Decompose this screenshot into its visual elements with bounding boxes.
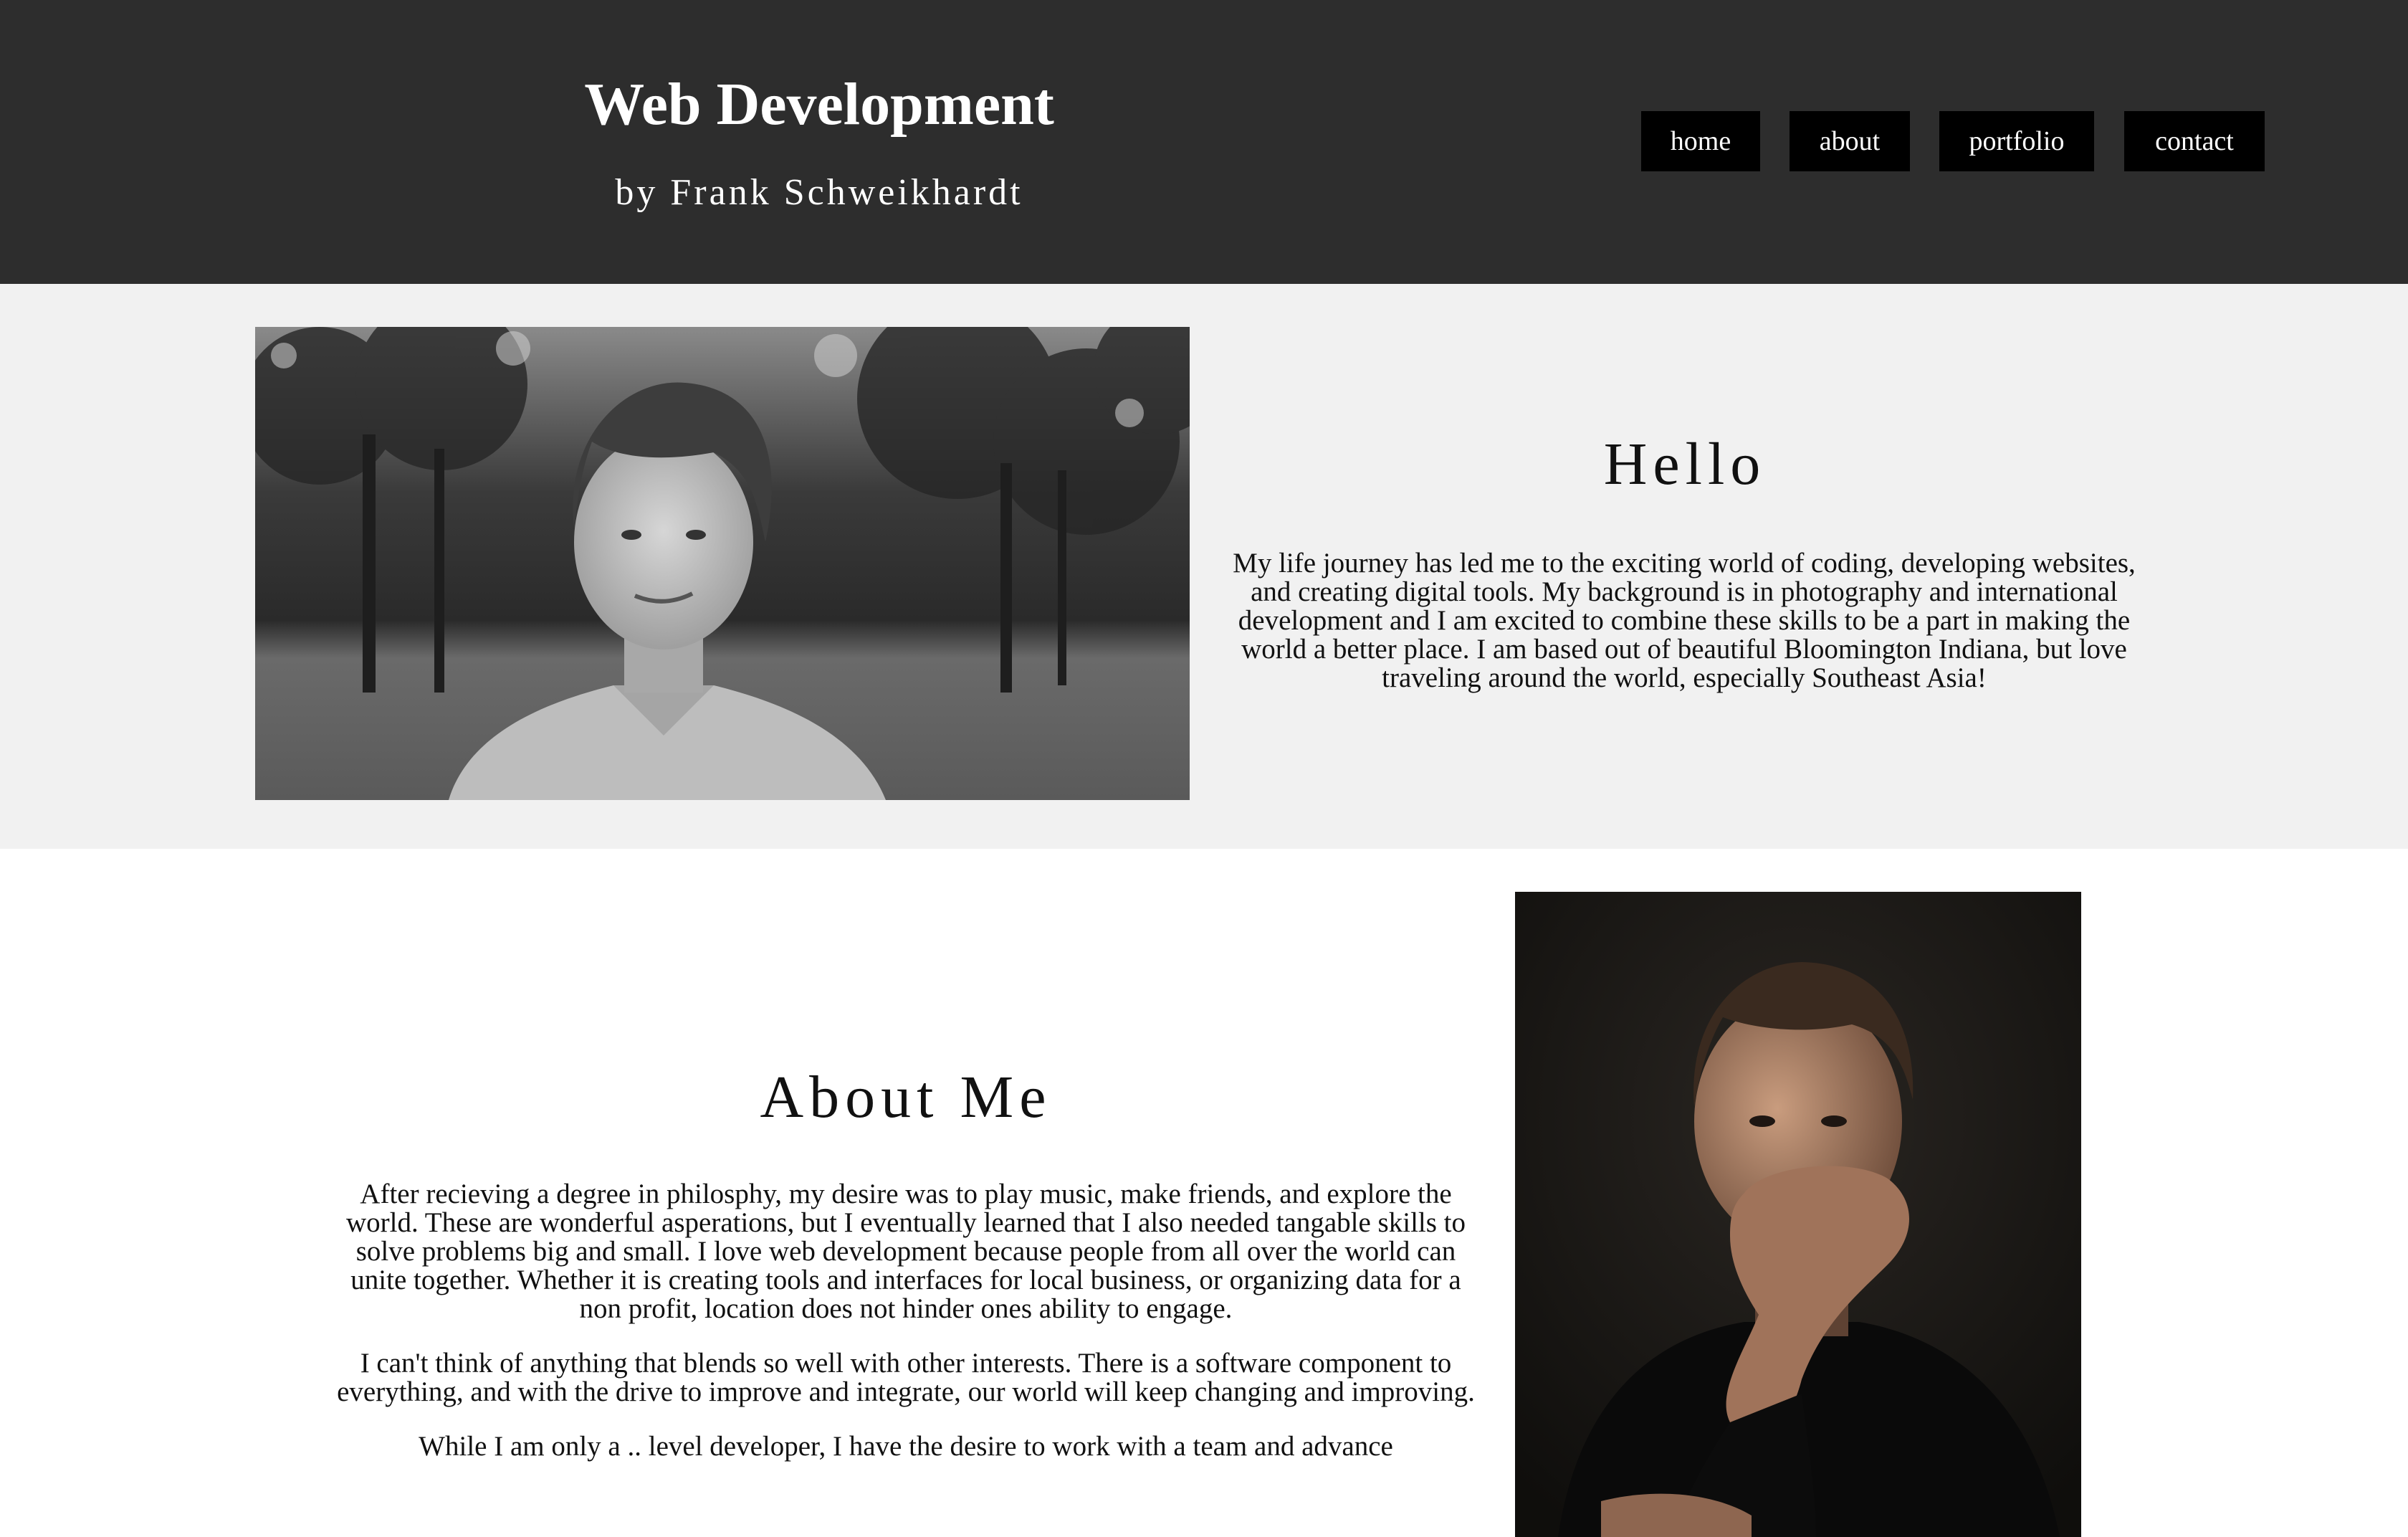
about-paragraph: After recieving a degree in philosphy, m… <box>345 1179 1466 1324</box>
about-paragraph: I can't think of anything that blends so… <box>337 1348 1475 1407</box>
nav-contact-link[interactable]: contact <box>2124 111 2265 171</box>
portrait-photo-studio <box>1515 892 2081 1537</box>
portrait-photo-outdoor <box>255 327 1190 800</box>
about-section: About Me After recieving a degree in phi… <box>0 849 2408 1537</box>
about-text: After recieving a degree in philosphy, m… <box>333 1180 1479 1487</box>
nav-home-link[interactable]: home <box>1641 111 1760 171</box>
site-header: Web Development by Frank Schweikhardt ho… <box>0 0 2408 284</box>
nav-about-link[interactable]: about <box>1790 111 1910 171</box>
hello-section: Hello My life journey has led me to the … <box>0 284 2408 849</box>
hello-paragraph: My life journey has led me to the exciti… <box>1233 548 2136 693</box>
about-paragraph: While I am only a .. level developer, I … <box>419 1431 1393 1462</box>
nav-portfolio-link[interactable]: portfolio <box>1939 111 2094 171</box>
